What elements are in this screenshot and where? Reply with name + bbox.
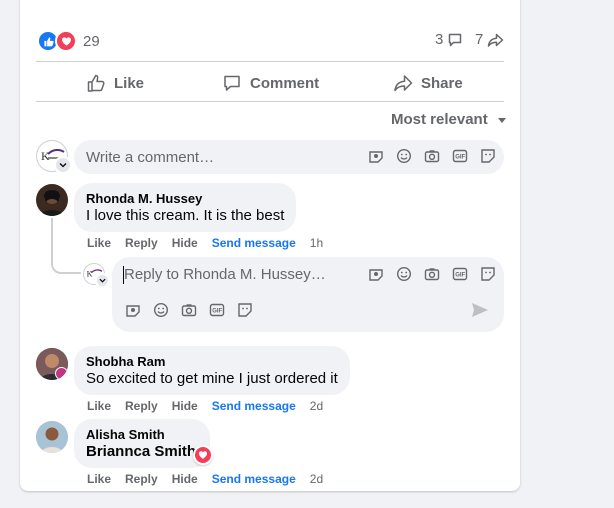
comment-reply-link[interactable]: Reply [125, 399, 158, 413]
avatar-sticker-icon[interactable] [368, 148, 384, 164]
comment-placeholder: Write a comment… [86, 149, 215, 166]
love-reaction-icon [195, 447, 211, 463]
share-count[interactable]: 7 [475, 31, 504, 48]
share-arrow-icon [488, 33, 504, 47]
comment-bubble-icon [449, 33, 462, 46]
avatar-sticker-icon[interactable] [125, 302, 141, 323]
comment-bubble: Shobha Ram So excited to get mine I just… [74, 346, 350, 395]
comment-reply-link[interactable]: Reply [125, 236, 158, 250]
divider [36, 101, 504, 102]
comment-like-link[interactable]: Like [87, 399, 111, 413]
page-avatar[interactable]: K [36, 140, 72, 174]
divider [36, 61, 504, 62]
comment-count[interactable]: 3 [435, 31, 463, 48]
reply-avatar[interactable]: K [83, 263, 110, 288]
share-label: Share [421, 74, 463, 92]
like-label: Like [114, 74, 145, 92]
profile-switch-chevron-icon[interactable] [95, 273, 110, 288]
sticker-icon[interactable] [480, 266, 496, 282]
svg-text:GIF: GIF [455, 155, 465, 161]
svg-text:GIF: GIF [455, 273, 465, 279]
comment-text: So excited to get mine I just ordered it [86, 370, 338, 387]
reply-placeholder: Reply to Rhonda M. Hussey… [124, 266, 326, 283]
avatar[interactable] [36, 421, 68, 453]
sort-label: Most relevant [391, 111, 488, 128]
thread-connector [51, 218, 81, 274]
comment-actions: Like Reply Hide Send message 1h [87, 236, 323, 250]
comment-actions: Like Reply Hide Send message 2d [87, 399, 323, 413]
comment-bubble: Alisha Smith Briannca Smith [74, 419, 211, 468]
reply-input[interactable]: Reply to Rhonda M. Hussey… GIF GIF [112, 257, 504, 332]
reaction-summary[interactable]: 29 [37, 30, 100, 52]
sticker-icon[interactable] [237, 302, 253, 323]
tagged-user[interactable]: Briannca Smith [86, 443, 196, 460]
comment-timestamp[interactable]: 1h [310, 236, 323, 250]
comment-author[interactable]: Shobha Ram [86, 354, 338, 369]
svg-text:K: K [41, 149, 50, 163]
profile-switch-chevron-icon[interactable] [54, 156, 72, 174]
comment-like-link[interactable]: Like [87, 236, 111, 250]
comment-input[interactable]: Write a comment… GIF [74, 140, 504, 174]
comment-timestamp[interactable]: 2d [310, 399, 323, 413]
instagram-badge-icon [55, 367, 68, 380]
gif-icon[interactable]: GIF [209, 302, 225, 323]
comment-count-value: 3 [435, 31, 444, 48]
emoji-icon[interactable] [396, 148, 412, 164]
comment-hide-link[interactable]: Hide [172, 399, 198, 413]
comment-text: I love this cream. It is the best [86, 207, 285, 224]
share-button[interactable]: Share [393, 73, 463, 93]
share-count-value: 7 [475, 31, 484, 48]
reaction-count[interactable]: 29 [83, 33, 100, 50]
comment-label: Comment [250, 74, 320, 92]
svg-text:K: K [87, 270, 93, 279]
comment-icon [224, 75, 240, 91]
comment-bubble: Rhonda M. Hussey I love this cream. It i… [74, 183, 297, 232]
avatar-sticker-icon[interactable] [368, 266, 384, 282]
thumbs-up-icon [87, 74, 105, 92]
sort-dropdown[interactable]: Most relevant [391, 111, 508, 128]
comment-author[interactable]: Alisha Smith [86, 427, 196, 442]
avatar[interactable] [36, 184, 68, 216]
caret-down-icon [497, 117, 506, 123]
svg-text:GIF: GIF [212, 309, 222, 315]
comment-timestamp[interactable]: 2d [310, 472, 323, 486]
comment-like-link[interactable]: Like [87, 472, 111, 486]
send-message-link[interactable]: Send message [212, 236, 296, 250]
love-reaction-icon [55, 30, 77, 52]
avatar[interactable] [36, 348, 68, 380]
comment-reply-link[interactable]: Reply [125, 472, 158, 486]
comment-hide-link[interactable]: Hide [172, 236, 198, 250]
comment-hide-link[interactable]: Hide [172, 472, 198, 486]
comment-button[interactable]: Comment [222, 73, 319, 93]
send-message-link[interactable]: Send message [212, 399, 296, 413]
comment-actions: Like Reply Hide Send message 2d [87, 472, 323, 486]
share-icon [394, 75, 413, 92]
comment-author[interactable]: Rhonda M. Hussey [86, 191, 284, 206]
camera-icon[interactable] [181, 302, 197, 323]
gif-icon[interactable]: GIF [452, 266, 468, 282]
love-reaction-badge[interactable] [193, 445, 213, 465]
like-button[interactable]: Like [86, 73, 144, 93]
send-icon[interactable] [471, 302, 489, 323]
emoji-icon[interactable] [396, 266, 412, 282]
gif-icon[interactable]: GIF [452, 148, 468, 164]
sticker-icon[interactable] [480, 148, 496, 164]
send-message-link[interactable]: Send message [212, 472, 296, 486]
emoji-icon[interactable] [153, 302, 169, 323]
camera-icon[interactable] [424, 266, 440, 282]
camera-icon[interactable] [424, 148, 440, 164]
